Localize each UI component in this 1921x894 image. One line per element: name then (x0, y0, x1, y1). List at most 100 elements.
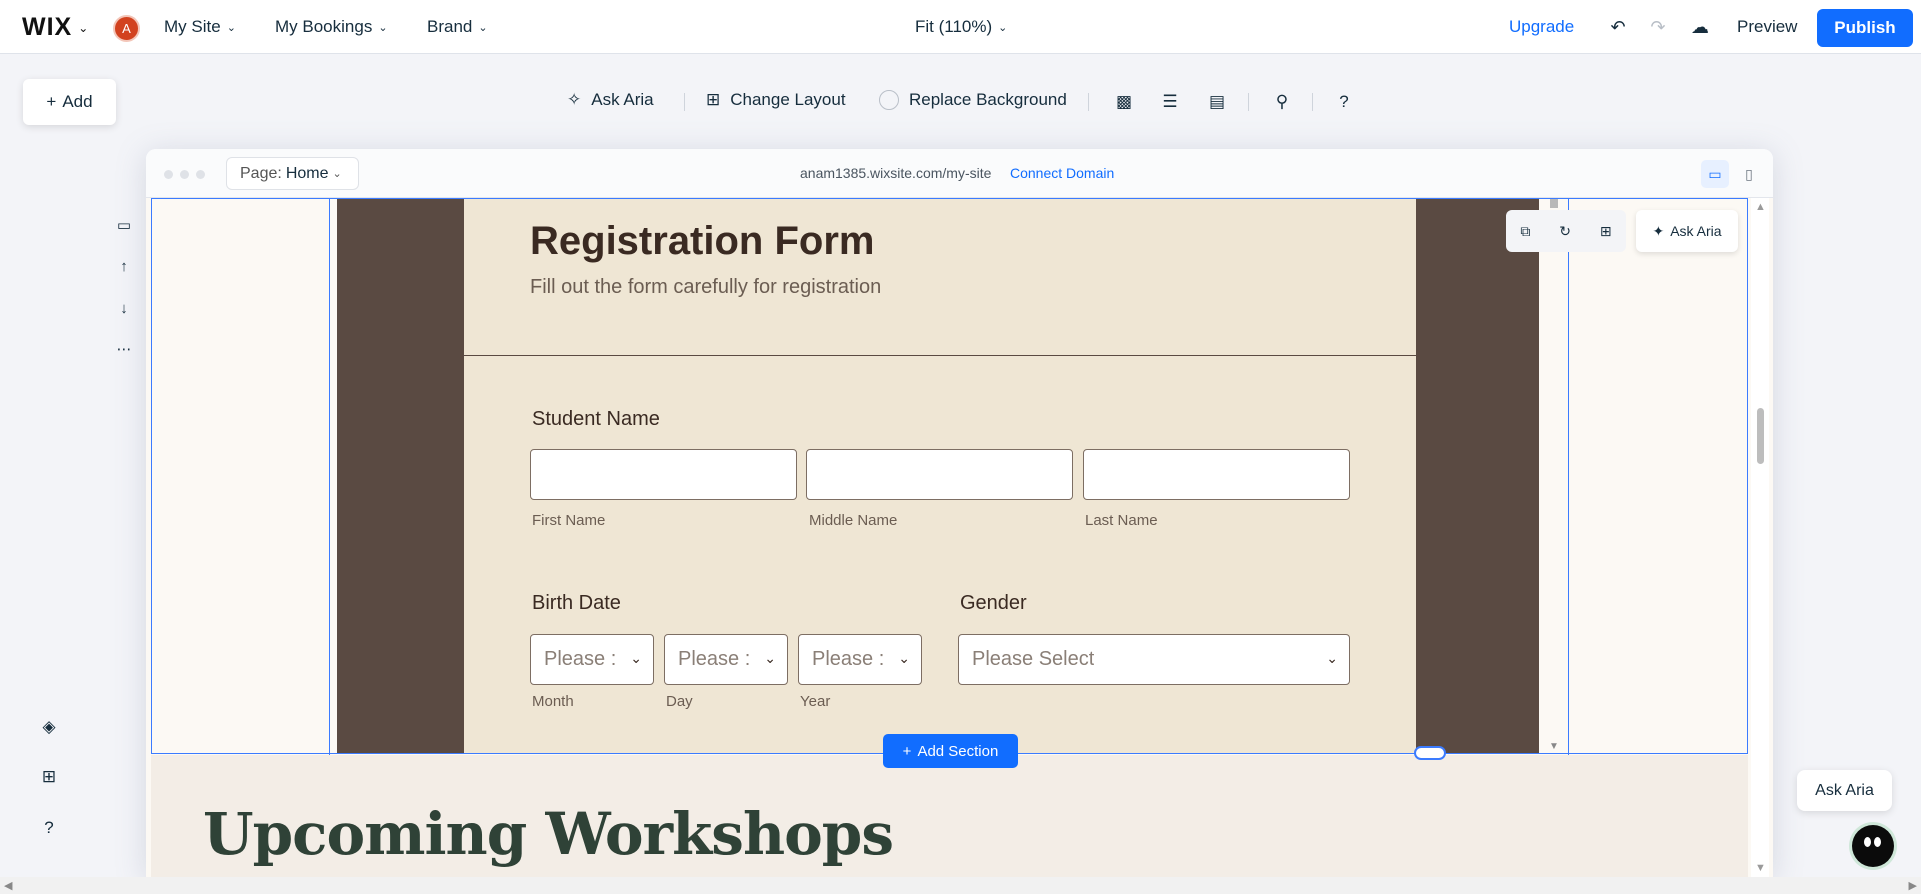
desktop-icon[interactable]: ▭ (1701, 160, 1729, 188)
day-placeholder: Please : (678, 648, 751, 670)
mobile-icon[interactable]: ▯ (1735, 160, 1763, 188)
refresh-plus-icon[interactable]: ↻ (1559, 223, 1571, 240)
replace-background-label: Replace Background (909, 90, 1067, 109)
cloud-icon[interactable]: ☁ (1687, 14, 1713, 40)
frame-bar: Page: Home ⌄ anam1385.wixsite.com/my-sit… (146, 149, 1773, 198)
triangle-right-icon[interactable]: ▶ (1909, 879, 1917, 892)
add-button[interactable]: + Add (23, 79, 116, 125)
horizontal-scrollbar[interactable]: ◀ ▶ (0, 877, 1921, 894)
first-name-hint: First Name (532, 512, 606, 529)
middle-name-hint: Middle Name (809, 512, 898, 529)
undo-icon[interactable]: ↶ (1605, 14, 1631, 40)
chevron-down-icon: ⌄ (378, 21, 388, 34)
last-name-input[interactable] (1083, 449, 1350, 500)
preview-button[interactable]: Preview (1737, 17, 1797, 37)
search-icon[interactable]: ⚲ (1270, 90, 1294, 114)
connect-domain-link[interactable]: Connect Domain (1010, 165, 1114, 181)
logo-text: WIX (22, 13, 73, 41)
add-section-label: Add Section (917, 742, 999, 760)
birth-date-label: Birth Date (532, 592, 621, 614)
sparkle-icon: ✧ (567, 90, 582, 109)
site-canvas: Registration Form Fill out the form care… (146, 198, 1773, 877)
add-label: Add (62, 92, 93, 111)
avatar[interactable]: A (113, 15, 140, 42)
grid-icon[interactable]: ⊞ (36, 764, 62, 790)
form-subtitle: Fill out the form carefully for registra… (530, 276, 882, 298)
middle-name-input[interactable] (806, 449, 1073, 500)
toolbar-divider (684, 93, 685, 111)
wix-logo[interactable]: WIX ⌄ (22, 13, 89, 42)
move-down-icon[interactable]: ↓ (110, 296, 138, 320)
top-bar: WIX ⌄ A My Site ⌄ My Bookings ⌄ Brand ⌄ … (0, 0, 1921, 54)
plus-icon: + (46, 92, 57, 111)
triangle-down-icon[interactable]: ▼ (1549, 741, 1559, 752)
gender-placeholder: Please Select (972, 648, 1095, 670)
triangle-down-icon[interactable]: ▼ (1755, 862, 1766, 874)
day-select[interactable]: Please : ⌄ (664, 634, 788, 685)
zoom-select[interactable]: Fit (110%) ⌄ (915, 17, 1007, 37)
more-icon[interactable]: ⋯ (110, 337, 138, 361)
help-circle-icon[interactable]: ? (36, 815, 62, 841)
plus-icon: + (902, 742, 912, 760)
vertical-scrollbar[interactable]: ▲ ▼ (1751, 198, 1769, 877)
layout-swap-icon[interactable]: ⧉ (1520, 223, 1530, 240)
gender-select[interactable]: Please Select ⌄ (958, 634, 1350, 685)
aria-assistant-icon[interactable] (1852, 825, 1894, 867)
layers-icon[interactable]: ◈ (36, 714, 62, 740)
zoom-label: Fit (110%) (915, 17, 993, 36)
chevron-down-icon: ⌄ (898, 650, 910, 666)
menu-label: My Site (164, 17, 221, 36)
year-hint: Year (800, 693, 831, 710)
chevron-down-icon: ⌄ (1326, 650, 1338, 666)
ask-aria-bubble[interactable]: Ask Aria (1797, 770, 1892, 811)
add-section-button[interactable]: + Add Section (883, 734, 1018, 768)
workshops-title: Upcoming Workshops (203, 800, 894, 868)
scroll-thumb[interactable] (1757, 408, 1764, 464)
workshops-section: Upcoming Workshops (151, 755, 1748, 877)
chevron-down-icon: ⌄ (630, 650, 642, 666)
window-dots (164, 170, 205, 179)
inner-scrollbar[interactable]: ▼ (1549, 198, 1559, 754)
help-icon[interactable]: ? (1332, 90, 1356, 114)
year-select[interactable]: Please : ⌄ (798, 634, 922, 685)
publish-button[interactable]: Publish (1817, 9, 1913, 47)
first-name-input[interactable] (530, 449, 797, 500)
site-url: anam1385.wixsite.com/my-site (800, 165, 992, 181)
form-divider (464, 355, 1416, 356)
form-title: Registration Form (530, 219, 875, 263)
month-placeholder: Please : (544, 648, 617, 670)
menu-label: Brand (427, 17, 473, 36)
inner-scroll-thumb[interactable] (1550, 198, 1558, 208)
menu-brand[interactable]: Brand ⌄ (427, 17, 488, 37)
menu-my-site[interactable]: My Site ⌄ (164, 17, 236, 37)
ask-aria-tool[interactable]: ✧ Ask Aria (567, 90, 654, 110)
menu-lines-icon[interactable]: ☰ (1158, 90, 1182, 114)
upgrade-link[interactable]: Upgrade (1509, 17, 1574, 37)
section-settings-icon[interactable]: ▭ (110, 213, 138, 237)
last-name-hint: Last Name (1085, 512, 1158, 529)
toolbar-divider (1312, 93, 1313, 111)
layout-icon: ⊞ (706, 90, 721, 109)
arrange-icon[interactable]: ⊞ (1600, 223, 1612, 240)
triangle-up-icon[interactable]: ▲ (1755, 201, 1766, 213)
section-icon[interactable]: ▤ (1205, 90, 1229, 114)
resize-handle[interactable] (1414, 746, 1446, 760)
chevron-down-icon: ⌄ (478, 21, 488, 34)
month-select[interactable]: Please : ⌄ (530, 634, 654, 685)
page-select[interactable]: Page: Home ⌄ (226, 157, 359, 190)
change-layout-tool[interactable]: ⊞ Change Layout (706, 90, 846, 110)
pattern-icon[interactable]: ▩ (1112, 90, 1136, 114)
ask-aria-mini-button[interactable]: ✦ Ask Aria (1636, 210, 1738, 252)
change-layout-label: Change Layout (730, 90, 846, 109)
day-hint: Day (666, 693, 693, 710)
replace-background-tool[interactable]: Replace Background (879, 90, 1067, 110)
site-frame: Page: Home ⌄ anam1385.wixsite.com/my-sit… (146, 149, 1773, 877)
section-floating-toolbar: ⧉ ↻ ⊞ (1506, 210, 1626, 252)
move-up-icon[interactable]: ↑ (110, 254, 138, 278)
triangle-left-icon[interactable]: ◀ (4, 879, 12, 892)
menu-my-bookings[interactable]: My Bookings ⌄ (275, 17, 388, 37)
redo-icon[interactable]: ↷ (1645, 14, 1671, 40)
circle-icon (879, 90, 899, 110)
ask-aria-label: Ask Aria (591, 90, 654, 109)
gender-label: Gender (960, 592, 1027, 614)
